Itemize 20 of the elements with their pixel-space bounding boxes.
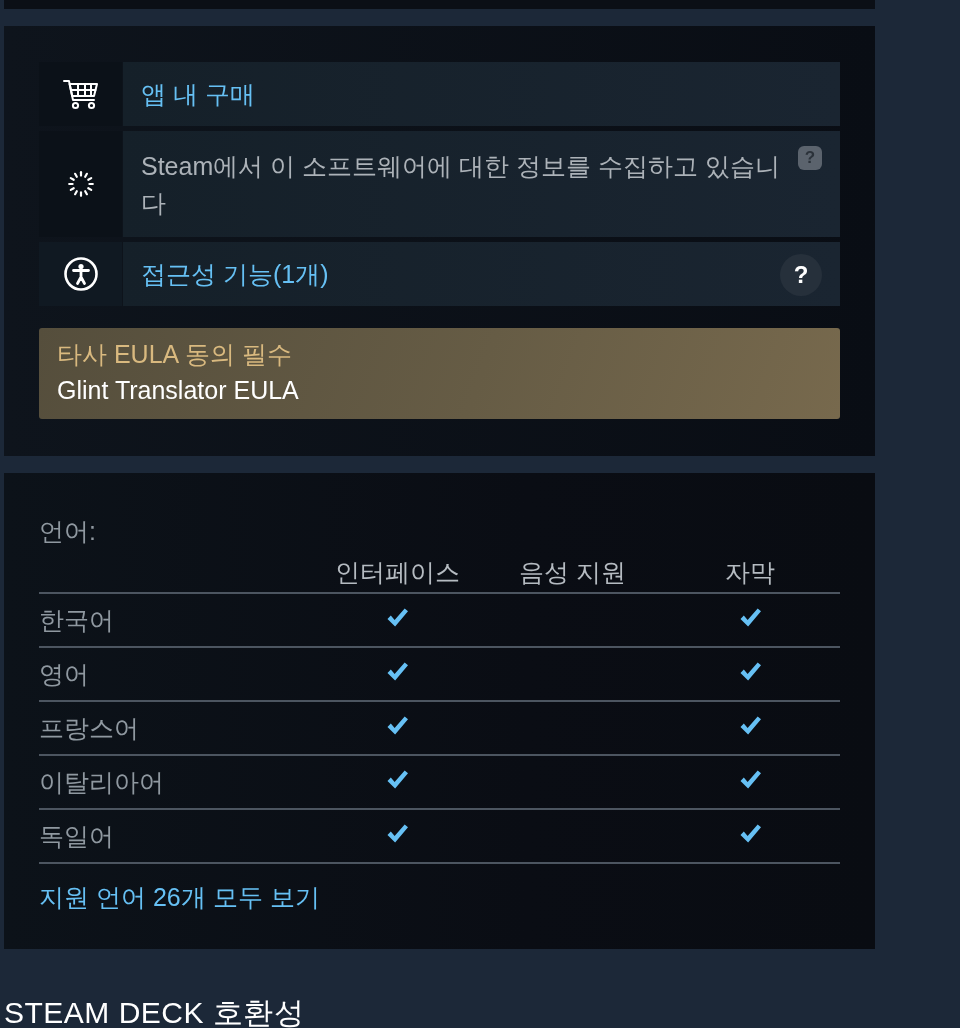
- column-header: 음성 지원: [519, 557, 626, 588]
- feature-link[interactable]: 앱 내 구매: [141, 76, 255, 113]
- section-heading: STEAM DECK 호환성: [4, 995, 305, 1028]
- feature-link[interactable]: 접근성 기능(1개): [141, 256, 329, 293]
- help-button[interactable]: ?: [780, 253, 822, 296]
- all-languages-link[interactable]: 지원 언어 26개 모두 보기: [39, 879, 320, 915]
- accessibility-icon: [63, 257, 98, 291]
- eula-link[interactable]: Glint Translator EULA: [57, 372, 299, 408]
- cart-icon: [62, 78, 99, 110]
- loading-spinner-icon: [67, 171, 94, 197]
- column-header: 인터페이스: [335, 557, 460, 588]
- language-name: 이탈리아어: [39, 767, 164, 798]
- language-name: 한국어: [39, 605, 114, 636]
- language-name: 독일어: [39, 821, 114, 852]
- language-name: 영어: [39, 659, 89, 690]
- status-text: Steam에서 이 소프트웨어에 대한 정보를 수집하고 있습니다: [141, 151, 781, 219]
- languages-title: 언어:: [39, 516, 96, 547]
- column-header: 자막: [725, 557, 775, 588]
- eula-title: 타사 EULA 동의 필수: [57, 339, 292, 370]
- language-name: 프랑스어: [39, 713, 139, 744]
